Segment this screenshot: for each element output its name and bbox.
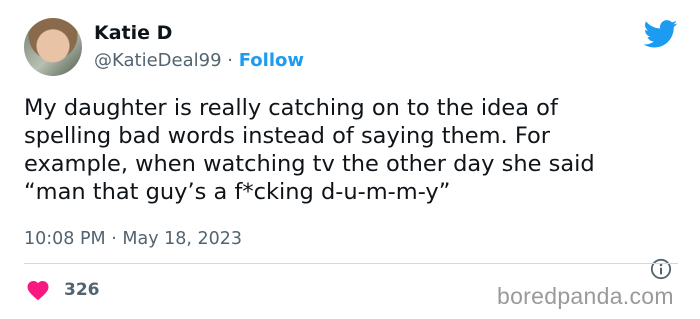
- follow-button[interactable]: Follow: [239, 50, 304, 71]
- tweet-time[interactable]: 10:08 PM: [24, 229, 106, 249]
- tweet-line: spelling bad words instead of saying the…: [24, 123, 551, 149]
- avatar[interactable]: [24, 18, 82, 76]
- divider: [24, 263, 678, 264]
- handle-separator: ·: [227, 50, 233, 71]
- tweet-line: example, when watching tv the other day …: [24, 151, 595, 177]
- info-icon[interactable]: [650, 258, 672, 280]
- tweet-meta: 10:08 PM · May 18, 2023: [24, 229, 242, 249]
- author-name[interactable]: Katie D: [94, 22, 172, 44]
- heart-icon[interactable]: [26, 279, 50, 301]
- like-count[interactable]: 326: [64, 280, 100, 300]
- tweet-line: “man that guy’s a f*cking d-u-m-m-y”: [24, 179, 451, 205]
- meta-separator: ·: [111, 229, 117, 249]
- author-handle[interactable]: @KatieDeal99: [94, 50, 222, 71]
- author-handle-row: @KatieDeal99 · Follow: [94, 50, 304, 71]
- watermark: boredpanda.com: [497, 283, 674, 309]
- tweet-line: My daughter is really catching on to the…: [24, 95, 558, 121]
- twitter-bird-icon[interactable]: [644, 20, 678, 48]
- tweet-date[interactable]: May 18, 2023: [122, 229, 242, 249]
- tweet-text: My daughter is really catching on to the…: [24, 94, 684, 206]
